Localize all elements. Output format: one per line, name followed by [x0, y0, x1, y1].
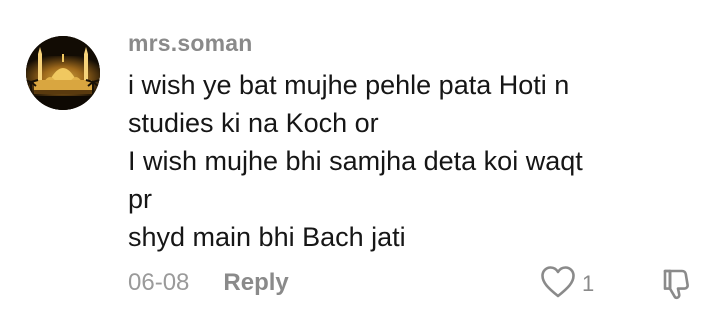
comment-text-line: i wish ye bat mujhe pehle pata Hoti n — [128, 70, 570, 100]
comment-text-line: studies ki na Koch or — [128, 108, 379, 138]
comment-text: i wish ye bat mujhe pehle pata Hoti n st… — [128, 66, 688, 256]
comment-text-line: shyd main bhi Bach jati — [128, 222, 406, 252]
like-button[interactable]: 1 — [540, 265, 595, 304]
thumbs-down-icon[interactable] — [658, 269, 694, 306]
reply-button[interactable]: Reply — [223, 269, 288, 297]
comment-item: mrs.soman i wish ye bat mujhe pehle pata… — [0, 0, 720, 326]
comment-date: 06-08 — [128, 269, 190, 296]
mosque-avatar-image — [26, 36, 100, 110]
comment-text-line: pr — [128, 184, 153, 214]
heart-icon[interactable] — [540, 265, 576, 304]
comment-text-line: I wish mujhe bhi samjha deta koi waqt — [128, 146, 583, 176]
dislike-button[interactable] — [658, 266, 694, 302]
username[interactable]: mrs.soman — [128, 30, 253, 57]
like-count: 1 — [582, 271, 595, 296]
avatar[interactable] — [26, 36, 100, 110]
comment-meta: 06-08 Reply — [128, 266, 289, 300]
